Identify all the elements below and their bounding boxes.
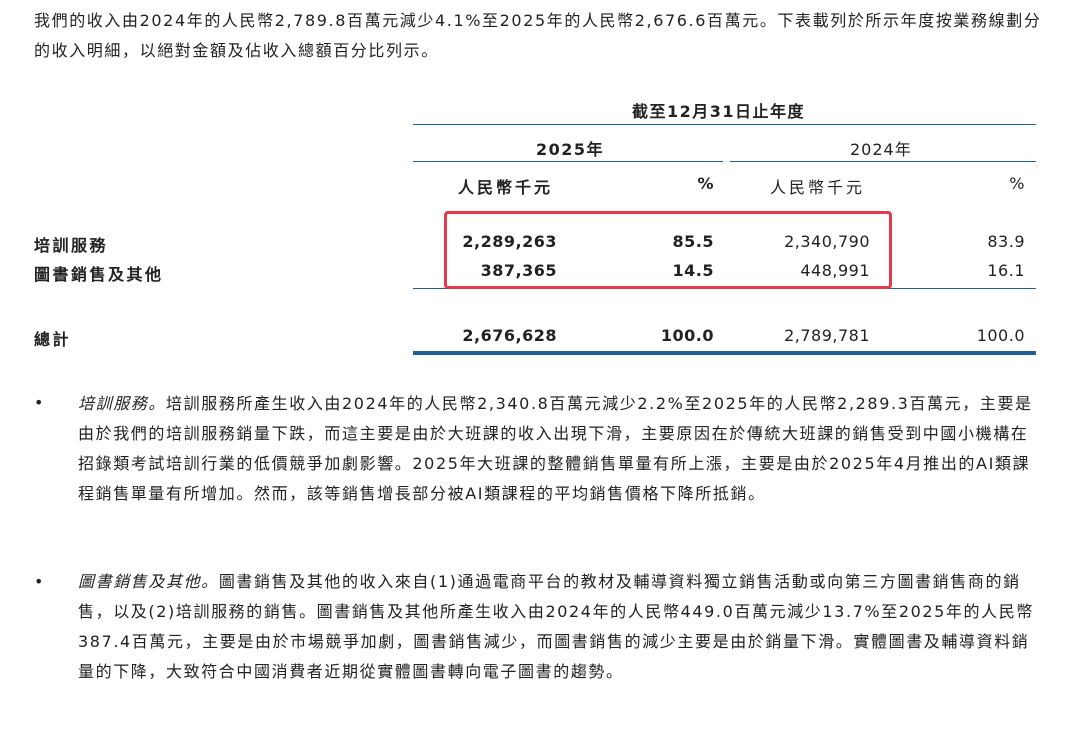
rule-top: [413, 124, 1036, 125]
bullet-title: 培訓服務。: [78, 394, 167, 413]
bullet-body: 培訓服務所產生收入由2024年的人民幣2,340.8百萬元減少2.2%至2025…: [78, 394, 1033, 503]
total-cur-pct: 100.0: [660, 326, 714, 345]
rule-bottom: [413, 351, 1036, 355]
total-prior-amount: 2,789,781: [784, 326, 870, 345]
highlight-box: [444, 211, 892, 289]
bullet-marker: •: [34, 572, 44, 591]
year-current: 2025年: [536, 140, 605, 159]
unit-current: 人民幣千元: [458, 178, 554, 197]
revenue-table: 截至12月31日止年度 2025年 2024年 人民幣千元 % 人民幣千元 % …: [0, 0, 1080, 380]
rule-mid-right: [730, 161, 1036, 162]
row-label: 培訓服務: [34, 236, 109, 255]
total-cur-amount: 2,676,628: [462, 326, 557, 345]
pct-current-header: %: [697, 174, 714, 193]
unit-prior: 人民幣千元: [770, 178, 866, 197]
row-prior-pct: 83.9: [987, 232, 1025, 251]
rule-mid-left: [413, 161, 723, 162]
total-prior-pct: 100.0: [976, 326, 1025, 345]
row-prior-pct: 16.1: [987, 261, 1025, 280]
bullet-item: 培訓服務。培訓服務所產生收入由2024年的人民幣2,340.8百萬元減少2.2%…: [78, 389, 1044, 509]
bullet-item: 圖書銷售及其他。圖書銷售及其他的收入來自(1)通過電商平台的教材及輔導資料獨立銷…: [78, 567, 1044, 687]
total-label: 總計: [34, 330, 72, 349]
year-prior: 2024年: [850, 140, 912, 159]
bullet-body: 圖書銷售及其他的收入來自(1)通過電商平台的教材及輔導資料獨立銷售活動或向第三方…: [78, 572, 1034, 681]
bullet-marker: •: [34, 393, 44, 412]
period-header: 截至12月31日止年度: [632, 102, 806, 121]
bullet-title: 圖書銷售及其他。: [78, 572, 219, 591]
row-label: 圖書銷售及其他: [34, 265, 164, 284]
pct-prior-header: %: [1009, 174, 1025, 193]
